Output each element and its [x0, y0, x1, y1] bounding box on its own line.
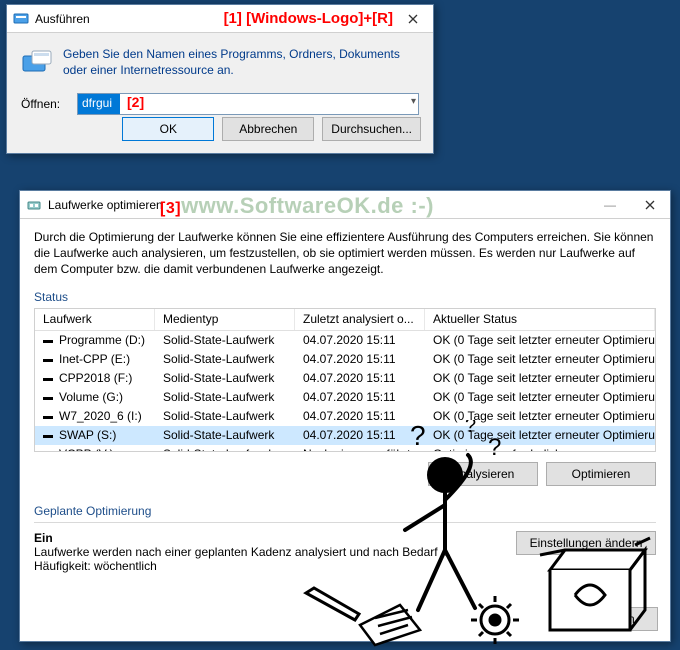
run-window-icon [13, 11, 29, 27]
optimize-window-icon [26, 197, 42, 213]
table-row[interactable]: ▬Programme (D:)Solid-State-Laufwerk04.07… [35, 331, 655, 350]
drive-icon: ▬ [43, 411, 53, 422]
drive-icon: ▬ [43, 430, 53, 441]
run-titlebar[interactable]: Ausführen [1] [Windows-Logo]+[R] [7, 5, 433, 33]
schedule-line1: Laufwerke werden nach einer geplanten Ka… [34, 545, 498, 559]
optimize-description: Durch die Optimierung der Laufwerke könn… [34, 229, 656, 278]
change-settings-button[interactable]: Einstellungen ändern [516, 531, 656, 555]
schedule-freq-value: wöchentlich [94, 559, 157, 573]
optimize-button[interactable]: Optimieren [546, 462, 656, 486]
schedule-text: Ein Laufwerke werden nach einer geplante… [34, 531, 498, 573]
optimize-title: Laufwerke optimieren [48, 198, 590, 212]
col-analyzed[interactable]: Zuletzt analysiert o... [295, 309, 425, 330]
col-status[interactable]: Aktueller Status [425, 309, 655, 330]
drive-table-header[interactable]: Laufwerk Medientyp Zuletzt analysiert o.… [35, 309, 655, 331]
col-drive[interactable]: Laufwerk [35, 309, 155, 330]
run-cancel-button[interactable]: Abbrechen [222, 117, 314, 141]
run-close-button[interactable] [393, 5, 433, 33]
close-button[interactable]: Schließen [558, 607, 658, 631]
optimize-minimize-button[interactable]: — [590, 191, 630, 219]
run-open-combo[interactable]: ▾ [77, 93, 419, 115]
analyze-button[interactable]: Analysieren [428, 462, 538, 486]
table-row[interactable]: ▬W7_2020_6 (I:)Solid-State-Laufwerk04.07… [35, 407, 655, 426]
run-program-icon [21, 47, 53, 79]
schedule-freq-label: Häufigkeit: [34, 559, 91, 573]
col-media[interactable]: Medientyp [155, 309, 295, 330]
run-title: Ausführen [35, 12, 214, 26]
schedule-state: Ein [34, 531, 498, 545]
run-open-input[interactable] [77, 93, 419, 115]
drive-icon: ▬ [43, 373, 53, 384]
run-dialog: Ausführen [1] [Windows-Logo]+[R] Geben S… [6, 4, 434, 154]
drive-icon: ▬ [43, 449, 53, 451]
drive-table: Laufwerk Medientyp Zuletzt analysiert o.… [34, 308, 656, 452]
status-section-label: Status [34, 290, 656, 304]
optimize-window: Laufwerke optimieren — Durch die Optimie… [19, 190, 671, 642]
drive-icon: ▬ [43, 392, 53, 403]
run-description: Geben Sie den Namen eines Programms, Ord… [63, 47, 419, 79]
run-body: Geben Sie den Namen eines Programms, Ord… [7, 33, 433, 107]
table-row[interactable]: ▬Volume (G:)Solid-State-Laufwerk04.07.20… [35, 388, 655, 407]
drive-icon: ▬ [43, 354, 53, 365]
optimize-titlebar[interactable]: Laufwerke optimieren — [20, 191, 670, 219]
table-row[interactable]: ▬VCPP (V:)Solid-State-LaufwerkNoch nie a… [35, 445, 655, 451]
drive-icon: ▬ [43, 335, 53, 346]
run-browse-button[interactable]: Durchsuchen... [322, 117, 421, 141]
table-row[interactable]: ▬SWAP (S:)Solid-State-Laufwerk04.07.2020… [35, 426, 655, 445]
annotation-1: [1] [Windows-Logo]+[R] [224, 10, 393, 27]
table-row[interactable]: ▬CPP2018 (F:)Solid-State-Laufwerk04.07.2… [35, 369, 655, 388]
optimize-close-button[interactable] [630, 191, 670, 219]
run-open-label: Öffnen: [21, 97, 71, 111]
schedule-section-label: Geplante Optimierung [34, 504, 656, 518]
table-row[interactable]: ▬Inet-CPP (E:)Solid-State-Laufwerk04.07.… [35, 350, 655, 369]
run-ok-button[interactable]: OK [122, 117, 214, 141]
